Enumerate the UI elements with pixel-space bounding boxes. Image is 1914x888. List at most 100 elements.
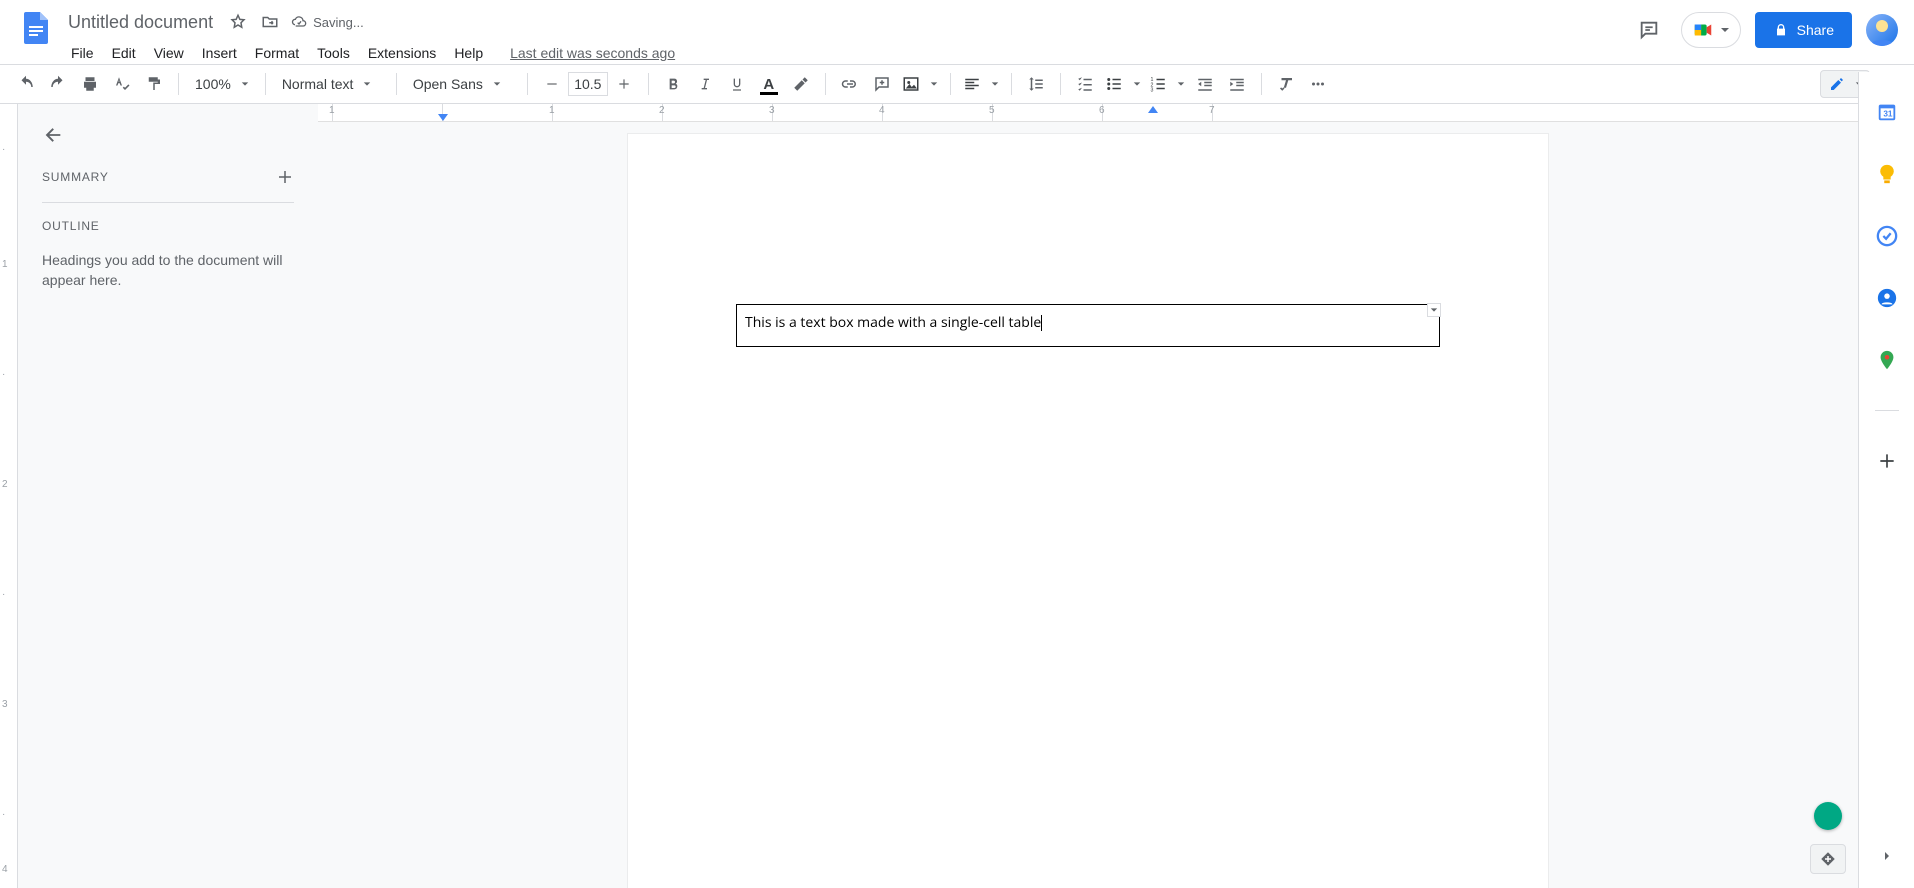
- chevron-down-icon: [1133, 80, 1141, 88]
- underline-button[interactable]: [723, 70, 751, 98]
- meet-button[interactable]: [1681, 12, 1741, 48]
- highlight-button[interactable]: [787, 70, 815, 98]
- document-canvas[interactable]: 1 1 2 3 4 5 6 7 This is a text box made …: [318, 104, 1858, 888]
- star-icon[interactable]: [227, 11, 249, 33]
- menu-extensions[interactable]: Extensions: [361, 41, 443, 65]
- keep-icon: [1876, 163, 1898, 185]
- line-spacing-button[interactable]: [1022, 70, 1050, 98]
- share-button[interactable]: Share: [1755, 12, 1852, 48]
- show-live-edits-button[interactable]: [1810, 844, 1846, 874]
- separator: [265, 73, 266, 95]
- menu-edit[interactable]: Edit: [105, 41, 143, 65]
- document-title[interactable]: Untitled document: [64, 10, 217, 35]
- add-summary-button[interactable]: [276, 168, 294, 186]
- title-bar: Untitled document Saving... File Edit Vi…: [0, 0, 1914, 64]
- separator: [1875, 410, 1899, 411]
- indent-marker-left[interactable]: [438, 114, 448, 121]
- font-select[interactable]: Open Sans: [407, 70, 517, 98]
- chevron-down-icon: [493, 80, 501, 88]
- line-spacing-icon: [1027, 75, 1045, 93]
- insert-link-button[interactable]: [836, 70, 864, 98]
- zoom-select[interactable]: 100%: [189, 70, 255, 98]
- print-button[interactable]: [76, 70, 104, 98]
- indent-marker-right[interactable]: [1148, 106, 1158, 113]
- table-cell[interactable]: This is a text box made with a single-ce…: [736, 304, 1440, 347]
- outline-collapse-button[interactable]: [42, 124, 64, 146]
- paint-roller-icon: [145, 75, 163, 93]
- meet-icon: [1692, 19, 1714, 41]
- clear-formatting-button[interactable]: [1272, 70, 1300, 98]
- insert-image-button[interactable]: [900, 70, 940, 98]
- undo-button[interactable]: [12, 70, 40, 98]
- docs-logo[interactable]: [16, 8, 56, 48]
- outline-placeholder: Headings you add to the document will ap…: [42, 251, 294, 290]
- comment-history-button[interactable]: [1631, 12, 1667, 48]
- numbered-list-icon: 123: [1149, 75, 1167, 93]
- page[interactable]: This is a text box made with a single-ce…: [628, 134, 1548, 888]
- diamond-plus-icon: [1819, 850, 1837, 868]
- ruler-number: 1: [329, 105, 335, 116]
- chevron-down-icon: [1720, 25, 1730, 35]
- plus-icon: [617, 77, 631, 91]
- spellcheck-button[interactable]: [108, 70, 136, 98]
- separator: [527, 73, 528, 95]
- print-icon: [81, 75, 99, 93]
- bullet-list-icon: [1105, 75, 1123, 93]
- separator: [396, 73, 397, 95]
- contacts-app-button[interactable]: [1867, 278, 1907, 318]
- menu-view[interactable]: View: [147, 41, 191, 65]
- horizontal-ruler[interactable]: 1 1 2 3 4 5 6 7: [318, 104, 1858, 122]
- cell-text: This is a text box made with a single-ce…: [745, 313, 1041, 332]
- docs-icon: [18, 10, 54, 46]
- align-button[interactable]: [961, 70, 1001, 98]
- separator: [1011, 73, 1012, 95]
- clear-format-icon: [1277, 75, 1295, 93]
- redo-button[interactable]: [44, 70, 72, 98]
- italic-button[interactable]: [691, 70, 719, 98]
- menu-insert[interactable]: Insert: [195, 41, 244, 65]
- tasks-app-button[interactable]: [1867, 216, 1907, 256]
- ruler-number: 6: [1099, 105, 1105, 116]
- workspace: · 1 · 2 · 3 · 4 SUMMARY OUTLINE Headings…: [0, 104, 1858, 888]
- font-size-increase[interactable]: [610, 70, 638, 98]
- menu-file[interactable]: File: [64, 41, 101, 65]
- ruler-number: 2: [659, 105, 665, 116]
- text-color-button[interactable]: A: [755, 70, 783, 98]
- paint-format-button[interactable]: [140, 70, 168, 98]
- account-avatar[interactable]: [1866, 14, 1898, 46]
- checklist-button[interactable]: [1071, 70, 1099, 98]
- add-comment-icon: [873, 75, 891, 93]
- maps-app-button[interactable]: [1867, 340, 1907, 380]
- numbered-list-button[interactable]: 123: [1147, 70, 1187, 98]
- font-size-input[interactable]: [568, 72, 608, 96]
- vertical-ruler: · 1 · 2 · 3 · 4: [0, 104, 18, 888]
- last-edit-link[interactable]: Last edit was seconds ago: [510, 45, 675, 61]
- cloud-sync-icon: [291, 14, 307, 30]
- link-icon: [841, 75, 859, 93]
- explore-button[interactable]: [1814, 802, 1842, 830]
- separator: [1060, 73, 1061, 95]
- insert-comment-button[interactable]: [868, 70, 896, 98]
- bold-button[interactable]: [659, 70, 687, 98]
- chevron-down-icon: [930, 80, 938, 88]
- menu-tools[interactable]: Tools: [310, 41, 357, 65]
- table-options-button[interactable]: [1427, 303, 1441, 317]
- text-cursor: [1041, 315, 1042, 331]
- indent-increase-button[interactable]: [1223, 70, 1251, 98]
- outline-panel: SUMMARY OUTLINE Headings you add to the …: [18, 104, 318, 888]
- calendar-app-button[interactable]: 31: [1867, 92, 1907, 132]
- minus-icon: [545, 77, 559, 91]
- menu-help[interactable]: Help: [447, 41, 490, 65]
- paragraph-style-select[interactable]: Normal text: [276, 70, 386, 98]
- text-color-icon: A: [763, 76, 774, 93]
- hide-side-panel-button[interactable]: [1867, 836, 1907, 876]
- font-size-decrease[interactable]: [538, 70, 566, 98]
- menu-format[interactable]: Format: [248, 41, 306, 65]
- get-addons-button[interactable]: [1867, 441, 1907, 481]
- move-icon[interactable]: [259, 11, 281, 33]
- image-icon: [902, 75, 920, 93]
- more-button[interactable]: [1304, 70, 1332, 98]
- keep-app-button[interactable]: [1867, 154, 1907, 194]
- indent-decrease-button[interactable]: [1191, 70, 1219, 98]
- bullet-list-button[interactable]: [1103, 70, 1143, 98]
